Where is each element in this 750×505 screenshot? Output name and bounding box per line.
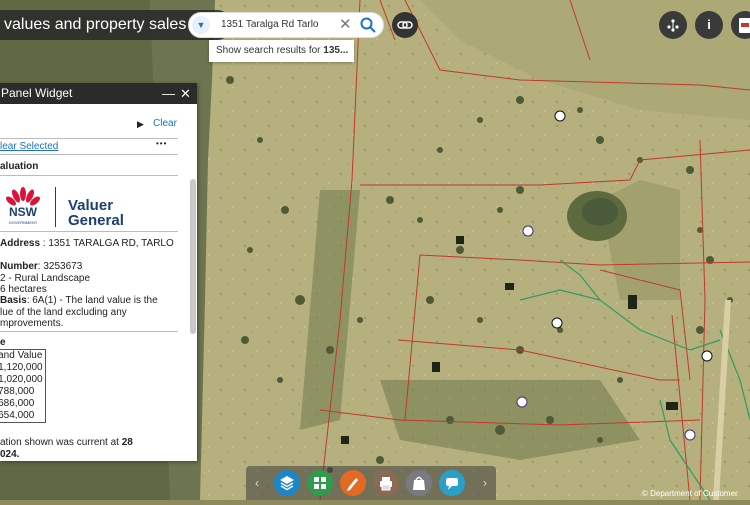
footer-date: 28	[121, 437, 133, 448]
logo-line-1: Valuer	[68, 197, 114, 214]
panel-title: Panel Widget	[1, 86, 73, 100]
share-icon[interactable]	[659, 11, 687, 39]
table-row: 0$686,000	[0, 398, 45, 410]
value-cell: $686,000	[0, 398, 35, 409]
number-label: Number	[0, 261, 38, 272]
valuer-general-logo: Valuer General	[68, 198, 124, 228]
search-suggestion[interactable]: Show search results for 135...	[209, 40, 354, 62]
grid-icon[interactable]	[307, 470, 333, 496]
layers-icon[interactable]	[274, 470, 300, 496]
minimize-button[interactable]: —	[162, 83, 175, 104]
value-cell: $1,020,000	[0, 374, 43, 385]
printer-icon[interactable]	[373, 470, 399, 496]
value-cell: $788,000	[0, 386, 35, 397]
number-value: : 3253673	[37, 261, 83, 272]
clear-button[interactable]: Clear	[153, 118, 177, 129]
footer-line-2: 024.	[0, 449, 20, 460]
divider	[0, 175, 178, 176]
basis-label: Basis	[0, 295, 27, 306]
more-options-button[interactable]: •••	[156, 139, 167, 148]
search-icon[interactable]	[359, 16, 377, 34]
footer-text: ation shown was current at	[0, 437, 122, 448]
suggestion-text: Show search results for	[216, 45, 324, 56]
basis-line-2: lue of the land excluding any	[0, 307, 127, 318]
panel-scrollbar[interactable]	[190, 179, 196, 334]
pencil-icon[interactable]	[340, 470, 366, 496]
table-row: 9$654,000	[0, 410, 45, 423]
value-cell: $1,120,000	[0, 362, 43, 373]
play-icon[interactable]: ▶	[137, 119, 144, 130]
area-value: 6 hectares	[0, 284, 47, 295]
map-attribution: © Department of Customer	[642, 489, 738, 498]
close-button[interactable]: ✕	[180, 83, 191, 104]
info-icon[interactable]: i	[695, 11, 723, 39]
toolbar-prev-button[interactable]: ‹	[248, 466, 266, 500]
basis-row: Basis: 6A(1) - The land value is the	[0, 295, 158, 306]
close-icon[interactable]: ✕	[339, 13, 352, 37]
bag-icon[interactable]	[406, 470, 432, 496]
divider	[0, 154, 178, 155]
divider	[0, 138, 178, 139]
info-label: i	[707, 17, 711, 32]
clear-selected-link[interactable]: lear Selected	[0, 141, 58, 152]
search-bar[interactable]: ▼ 1351 Taralga Rd Tarlo ✕	[188, 12, 384, 38]
svg-text:GOVERNMENT: GOVERNMENT	[9, 220, 38, 225]
pdf-icon[interactable]	[731, 11, 750, 39]
chat-icon[interactable]	[439, 470, 465, 496]
table-header-row: Land Value	[0, 350, 45, 363]
basis-line-3: mprovements.	[0, 318, 64, 329]
basis-value: : 6A(1) - The land value is the	[26, 295, 158, 306]
table-row: 2$1,020,000	[0, 374, 45, 386]
land-value-table: Land Value 3$1,120,000 2$1,020,000 1$788…	[0, 349, 46, 423]
value-cell: $654,000	[0, 410, 35, 421]
logo-line-2: General	[68, 212, 124, 229]
suggestion-query: 135...	[323, 45, 349, 56]
table-row: 3$1,120,000	[0, 362, 45, 374]
panel-widget: Panel Widget — ✕ ▶ Clear lear Selected •…	[0, 83, 197, 461]
logo-divider	[55, 187, 56, 227]
toolbar-next-button[interactable]: ›	[476, 466, 494, 500]
widget-toolbar: ‹ ›	[246, 466, 496, 500]
search-source-dropdown[interactable]: ▼	[192, 16, 210, 34]
divider	[0, 331, 178, 332]
table-row: 1$788,000	[0, 386, 45, 398]
land-value-header: Land Value	[0, 350, 43, 361]
nsw-government-logo: NSW GOVERNMENT	[2, 184, 44, 228]
table-section-title: e	[0, 337, 6, 348]
address-label: Address	[0, 238, 41, 249]
link-icon[interactable]	[392, 12, 418, 38]
section-title: aluation	[0, 161, 39, 172]
number-row: Number: 3253673	[0, 261, 82, 272]
footer-line-1: ation shown was current at 28	[0, 437, 133, 448]
address-row: Address : 1351 TARALGA RD, TARLO	[0, 238, 174, 249]
svg-text:NSW: NSW	[9, 205, 38, 219]
address-value: : 1351 TARALGA RD, TARLO	[40, 238, 174, 249]
zoning-value: 2 - Rural Landscape	[0, 273, 91, 284]
panel-header: Panel Widget — ✕	[0, 83, 197, 104]
search-input[interactable]: 1351 Taralga Rd Tarlo	[221, 13, 318, 37]
divider	[0, 231, 178, 232]
